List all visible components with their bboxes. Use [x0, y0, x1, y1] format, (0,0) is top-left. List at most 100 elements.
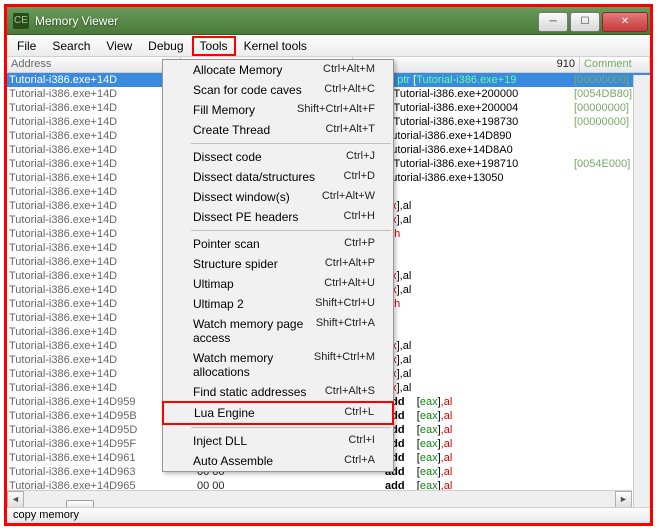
header-address[interactable]: Address — [7, 57, 181, 72]
menuitem-pointer-scan[interactable]: Pointer scanCtrl+P — [163, 234, 393, 254]
cell-opcode — [385, 255, 574, 269]
menuitem-label: Lua Engine — [194, 406, 255, 420]
menuitem-label: Dissect code — [193, 150, 262, 164]
menu-debug[interactable]: Debug — [140, 36, 191, 56]
menuitem-dissect-window-s-[interactable]: Dissect window(s) Ctrl+Alt+W — [163, 187, 393, 207]
menuitem-dissect-pe-headers[interactable]: Dissect PE headers Ctrl+H — [163, 207, 393, 227]
menuitem-shortcut: Ctrl+Alt+P — [325, 257, 375, 271]
cell-opcode: x,Tutorial-i386.exe+200004 — [385, 101, 574, 115]
app-window: CE Memory Viewer ─ ☐ ✕ FileSearchViewDeb… — [4, 4, 653, 526]
menuitem-label: Allocate Memory — [193, 63, 282, 77]
scroll-left-button[interactable]: ◄ — [7, 491, 24, 508]
cell-opcode — [385, 325, 574, 339]
menuitem-shortcut: Shift+Ctrl+Alt+F — [297, 103, 375, 117]
close-button[interactable]: ✕ — [602, 12, 648, 32]
menuitem-shortcut: Shift+Ctrl+U — [315, 297, 375, 311]
menuitem-shortcut: Ctrl+Alt+C — [324, 83, 375, 97]
window-title: Memory Viewer — [35, 14, 118, 28]
cell-opcode: Tutorial-i386.exe+14D890 — [385, 129, 574, 143]
menuitem-label: Auto Assemble — [193, 454, 273, 468]
menu-separator — [191, 427, 391, 428]
menuitem-shortcut: Ctrl+L — [344, 406, 374, 420]
menuitem-label: Dissect PE headers — [193, 210, 298, 224]
menuitem-label: Structure spider — [193, 257, 278, 271]
menuitem-create-thread[interactable]: Create Thread Ctrl+Alt+T — [163, 120, 393, 140]
menuitem-shortcut: Shift+Ctrl+M — [314, 351, 375, 379]
cell-opcode: add [eax],al — [385, 451, 574, 465]
cell-opcode: add [eax],al — [385, 395, 574, 409]
menu-separator — [191, 230, 391, 231]
cell-opcode: ax],al — [385, 339, 574, 353]
menuitem-shortcut: Ctrl+P — [344, 237, 375, 251]
menubar: FileSearchViewDebugToolsKernel tools — [7, 35, 650, 57]
menuitem-shortcut: Ctrl+Alt+T — [325, 123, 375, 137]
cell-opcode: ax],al — [385, 381, 574, 395]
cell-opcode: te ptr [Tutorial-i386.exe+19 — [385, 73, 574, 87]
menuitem-label: Dissect window(s) — [193, 190, 290, 204]
cell-opcode — [385, 311, 574, 325]
menuitem-shortcut: Ctrl+J — [346, 150, 375, 164]
menuitem-shortcut: Ctrl+Alt+W — [322, 190, 375, 204]
menuitem-watch-memory-allocations[interactable]: Watch memory allocationsShift+Ctrl+M — [163, 348, 393, 382]
menuitem-shortcut: Ctrl+H — [344, 210, 375, 224]
status-bar: copy memory — [7, 507, 650, 523]
cell-opcode: Tutorial-i386.exe+14D8A0 — [385, 143, 574, 157]
menu-view[interactable]: View — [98, 36, 140, 56]
cell-opcode — [385, 185, 574, 199]
menuitem-label: Ultimap — [193, 277, 234, 291]
cell-opcode: ax],al — [385, 213, 574, 227]
cell-opcode: ,bh — [385, 297, 574, 311]
cell-opcode: add [eax],al — [385, 465, 574, 479]
menuitem-fill-memory[interactable]: Fill Memory Shift+Ctrl+Alt+F — [163, 100, 393, 120]
menuitem-find-static-addresses[interactable]: Find static addressesCtrl+Alt+S — [163, 382, 393, 402]
menuitem-inject-dll[interactable]: Inject DLL Ctrl+I — [163, 431, 393, 451]
menuitem-shortcut: Ctrl+A — [344, 454, 375, 468]
cell-opcode: ax],al — [385, 367, 574, 381]
menuitem-label: Fill Memory — [193, 103, 255, 117]
menuitem-dissect-data-structures[interactable]: Dissect data/structures Ctrl+D — [163, 167, 393, 187]
menuitem-label: Scan for code caves — [193, 83, 302, 97]
menuitem-label: Dissect data/structures — [193, 170, 315, 184]
menuitem-structure-spider[interactable]: Structure spider Ctrl+Alt+P — [163, 254, 393, 274]
menuitem-shortcut: Ctrl+D — [344, 170, 375, 184]
minimize-button[interactable]: ─ — [538, 12, 568, 32]
menuitem-dissect-code[interactable]: Dissect code Ctrl+J — [163, 147, 393, 167]
cell-opcode — [385, 241, 574, 255]
horizontal-scrollbar[interactable]: ◄ ► — [7, 490, 632, 507]
maximize-button[interactable]: ☐ — [570, 12, 600, 32]
menuitem-label: Inject DLL — [193, 434, 247, 448]
menuitem-ultimap[interactable]: UltimapCtrl+Alt+U — [163, 274, 393, 294]
tools-menu: Allocate MemoryCtrl+Alt+MScan for code c… — [162, 59, 394, 472]
menuitem-allocate-memory[interactable]: Allocate MemoryCtrl+Alt+M — [163, 60, 393, 80]
menuitem-label: Find static addresses — [193, 385, 306, 399]
menuitem-label: Create Thread — [193, 123, 270, 137]
header-comment[interactable]: Comment — [580, 57, 650, 72]
menuitem-label: Watch memory allocations — [193, 351, 314, 379]
vertical-scrollbar[interactable] — [633, 75, 650, 507]
menuitem-watch-memory-page-access[interactable]: Watch memory page accessShift+Ctrl+A — [163, 314, 393, 348]
cell-opcode: ax],al — [385, 353, 574, 367]
cell-opcode: Tutorial-i386.exe+13050 — [385, 171, 574, 185]
cell-opcode: ax],al — [385, 199, 574, 213]
cell-opcode: add [eax],al — [385, 437, 574, 451]
cell-opcode: ax],al — [385, 283, 574, 297]
menu-tools[interactable]: Tools — [192, 36, 236, 56]
menu-separator — [191, 143, 391, 144]
app-icon: CE — [13, 13, 29, 29]
cell-opcode: x,Tutorial-i386.exe+200000 — [385, 87, 574, 101]
titlebar[interactable]: CE Memory Viewer ─ ☐ ✕ — [7, 7, 650, 35]
menuitem-auto-assemble[interactable]: Auto Assemble Ctrl+A — [163, 451, 393, 471]
menuitem-lua-engine[interactable]: Lua Engine Ctrl+L — [162, 401, 394, 425]
menuitem-ultimap-2[interactable]: Ultimap 2 Shift+Ctrl+U — [163, 294, 393, 314]
menu-kernel-tools[interactable]: Kernel tools — [236, 36, 315, 56]
menuitem-label: Watch memory page access — [193, 317, 316, 345]
menuitem-scan-for-code-caves[interactable]: Scan for code caves Ctrl+Alt+C — [163, 80, 393, 100]
cell-opcode: x,Tutorial-i386.exe+198710 — [385, 157, 574, 171]
cell-opcode: ax],al — [385, 269, 574, 283]
menu-search[interactable]: Search — [44, 36, 98, 56]
menu-file[interactable]: File — [9, 36, 44, 56]
menuitem-shortcut: Ctrl+I — [348, 434, 375, 448]
cell-opcode: add [eax],al — [385, 409, 574, 423]
menuitem-label: Ultimap 2 — [193, 297, 244, 311]
scroll-right-button[interactable]: ► — [615, 491, 632, 508]
